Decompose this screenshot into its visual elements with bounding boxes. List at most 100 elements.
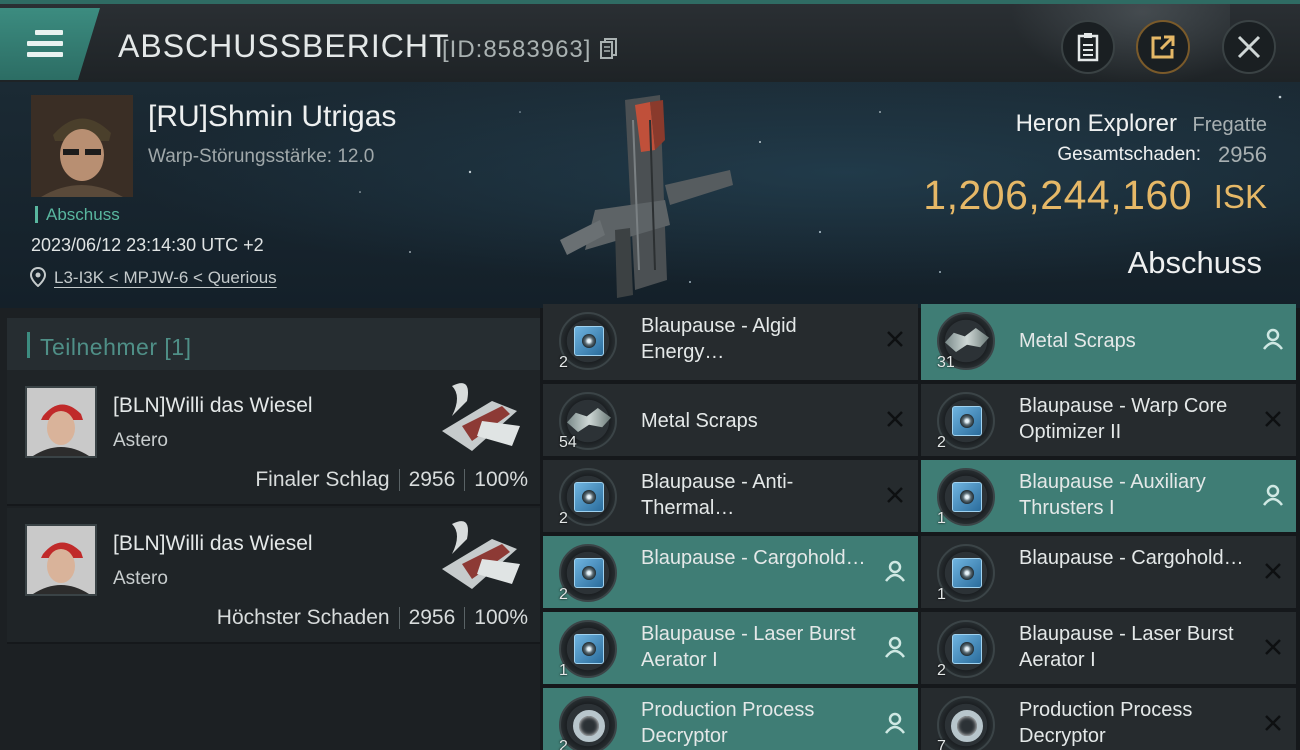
item-quantity: 54 — [559, 434, 577, 451]
participant-damage: 2956 — [408, 468, 456, 491]
participant-ship-image — [442, 521, 520, 589]
item-name: Metal Scraps — [1019, 330, 1136, 352]
dropped-person-icon — [1263, 328, 1283, 350]
item-quantity: 7 — [937, 738, 946, 750]
participants-panel: Teilnehmer [1] [BLN]Willi das Wiesel Ast… — [0, 308, 540, 750]
copy-icon[interactable] — [600, 38, 618, 60]
item-quantity: 2 — [559, 586, 568, 603]
dropped-person-icon — [885, 636, 905, 658]
item-name: Blaupause - Laser Burst Aerator I — [641, 623, 856, 671]
ship-class: Fregatte — [1192, 114, 1267, 136]
destroyed-x-icon — [887, 411, 903, 427]
participant-percent: 100% — [474, 606, 528, 629]
killmail-id: [ID:8583963] — [442, 36, 592, 63]
participant-percent: 100% — [474, 468, 528, 491]
item-row[interactable]: 1 Blaupause - Cargohold… — [921, 536, 1296, 610]
participant-role: Höchster Schaden — [216, 606, 390, 629]
item-quantity: 31 — [937, 354, 955, 371]
portrait-image — [31, 95, 133, 197]
destroyed-x-icon — [1265, 563, 1281, 579]
item-name: Blaupause - Algid Energy… — [641, 315, 797, 363]
destroyed-x-icon — [1265, 715, 1281, 731]
clipboard-icon — [1077, 33, 1099, 62]
participant-stats: Höchster Schaden 2956 100% — [217, 606, 528, 630]
item-name: Blaupause - Cargohold… — [641, 547, 866, 569]
victim-name[interactable]: [RU]Shmin Utrigas — [148, 100, 396, 134]
isk-value: 1,206,244,160 — [923, 172, 1192, 218]
item-row[interactable]: 1 Blaupause - Laser Burst Aerator I — [543, 612, 918, 686]
item-quantity: 1 — [559, 662, 568, 679]
menu-button[interactable] — [0, 8, 100, 80]
menu-icon — [27, 30, 63, 63]
participant-row[interactable]: [BLN]Willi das Wiesel Astero Höchster Sc… — [7, 508, 540, 644]
item-name: Blaupause - Laser Burst Aerator I — [1019, 623, 1234, 671]
item-name: Blaupause - Cargohold… — [1019, 547, 1244, 569]
item-quantity: 2 — [937, 662, 946, 679]
item-quantity: 2 — [559, 354, 568, 371]
item-row[interactable]: 2 Blaupause - Cargohold… — [543, 536, 918, 610]
participant-name[interactable]: [BLN]Willi das Wiesel — [113, 394, 313, 418]
dropped-person-icon — [885, 712, 905, 734]
stat-divider — [464, 469, 466, 491]
victim-header: [RU]Shmin Utrigas Warp-Störungsstärke: 1… — [0, 82, 1300, 308]
participant-damage: 2956 — [408, 606, 456, 629]
destroyed-x-icon — [1265, 411, 1281, 427]
total-damage-value: 2956 — [1218, 142, 1267, 167]
share-icon — [1151, 35, 1175, 59]
total-damage-label: Gesamtschaden: — [1057, 144, 1201, 165]
kill-datetime: 2023/06/12 23:14:30 UTC +2 — [31, 235, 264, 255]
item-row[interactable]: 54 Metal Scraps — [543, 384, 918, 458]
header-accent-bar — [27, 332, 30, 358]
close-button[interactable] — [1222, 20, 1276, 74]
clipboard-button[interactable] — [1061, 20, 1115, 74]
item-name: Metal Scraps — [641, 410, 758, 432]
item-row[interactable]: 7 Production Process Decryptor — [921, 688, 1296, 750]
victim-portrait[interactable] — [31, 95, 133, 197]
warp-disruption-strength: Warp-Störungsstärke: 12.0 — [148, 146, 375, 167]
ship-render-image — [560, 95, 733, 298]
item-row[interactable]: 1 Blaupause - Auxiliary Thrusters I — [921, 460, 1296, 534]
stat-divider — [398, 607, 400, 629]
item-quantity: 2 — [937, 434, 946, 451]
destroyed-x-icon — [1265, 639, 1281, 655]
participant-name[interactable]: [BLN]Willi das Wiesel — [113, 532, 313, 556]
location-link[interactable]: L3-I3K < MPJW-6 < Querious — [54, 268, 277, 288]
page-title: ABSCHUSSBERICHT — [118, 28, 450, 64]
item-name: Blaupause - Auxiliary Thrusters I — [1019, 471, 1206, 519]
item-name: Blaupause - Warp Core Optimizer II — [1019, 395, 1228, 443]
participant-portrait — [25, 386, 97, 458]
item-row[interactable]: 2 Blaupause - Anti-Thermal… — [543, 460, 918, 534]
participant-ship-image — [442, 383, 520, 451]
title-decoration — [1010, 4, 1230, 86]
item-row[interactable]: 2 Blaupause - Warp Core Optimizer II — [921, 384, 1296, 458]
item-name: Production Process Decryptor — [1019, 699, 1193, 747]
item-quantity: 2 — [559, 738, 568, 750]
participant-portrait — [25, 524, 97, 596]
destroyed-x-icon — [887, 487, 903, 503]
isk-unit: ISK — [1213, 178, 1267, 215]
participant-row[interactable]: [BLN]Willi das Wiesel Astero Finaler Sch… — [7, 370, 540, 506]
kill-status-tag: Abschuss — [35, 206, 120, 223]
participants-title: Teilnehmer [1] — [40, 334, 192, 360]
participants-header[interactable]: Teilnehmer [1] — [7, 318, 540, 370]
ship-name[interactable]: Heron Explorer — [1016, 110, 1177, 138]
stat-divider — [398, 469, 400, 491]
item-quantity: 2 — [559, 510, 568, 527]
item-row[interactable]: 2 Production Process Decryptor — [543, 688, 918, 750]
dropped-person-icon — [1263, 484, 1283, 506]
share-button[interactable] — [1136, 20, 1190, 74]
item-row[interactable]: 2 Blaupause - Laser Burst Aerator I — [921, 612, 1296, 686]
destroyed-x-icon — [887, 331, 903, 347]
participant-stats: Finaler Schlag 2956 100% — [255, 468, 528, 492]
item-quantity: 1 — [937, 510, 946, 527]
close-icon — [1237, 35, 1261, 59]
item-row[interactable]: 31 Metal Scraps — [921, 304, 1296, 382]
result-label: Abschuss — [1127, 245, 1262, 280]
title-bar: ABSCHUSSBERICHT [ID:8583963] — [0, 0, 1300, 86]
participant-role: Finaler Schlag — [255, 468, 390, 491]
participants-empty-area — [7, 646, 540, 750]
participant-ship: Astero — [113, 430, 168, 451]
item-name: Production Process Decryptor — [641, 699, 815, 747]
item-row[interactable]: 2 Blaupause - Algid Energy… — [543, 304, 918, 382]
location-pin-icon — [30, 267, 46, 287]
